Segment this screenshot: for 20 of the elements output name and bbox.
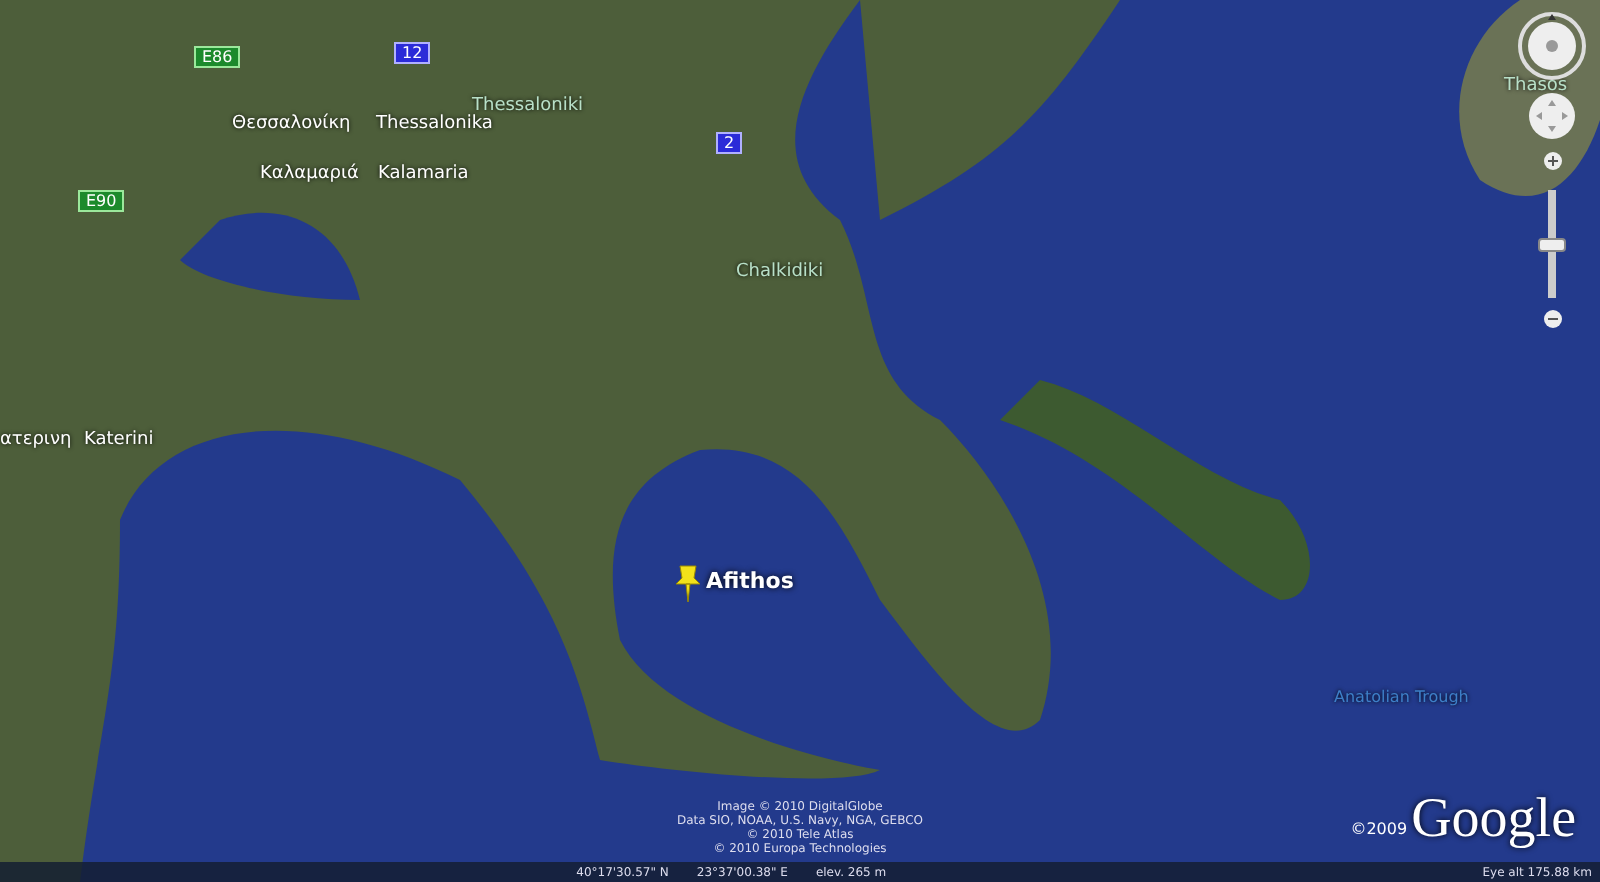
road-shield: 12 bbox=[394, 42, 431, 64]
compass-icon[interactable] bbox=[1518, 12, 1586, 80]
road-shield: E90 bbox=[78, 190, 125, 212]
place-label: Thasos bbox=[1504, 76, 1568, 96]
place-label: Katerini bbox=[84, 430, 154, 450]
place-label: Chalkidiki bbox=[736, 262, 824, 282]
road-shield: E86 bbox=[194, 46, 241, 68]
place-label: Anatolian Trough bbox=[1334, 688, 1469, 706]
place-label: ατερινη bbox=[0, 430, 72, 450]
road-shield: 2 bbox=[716, 132, 743, 154]
copyright-text: ©2009 bbox=[1350, 820, 1408, 838]
place-label: Kalamaria bbox=[378, 164, 469, 184]
place-label: Καλαμαριά bbox=[260, 164, 359, 184]
pushpin-icon[interactable] bbox=[674, 564, 702, 604]
pan-control-icon[interactable] bbox=[1528, 92, 1576, 140]
place-label: Thessaloniki bbox=[472, 96, 584, 116]
place-label: Θεσσαλονίκη bbox=[232, 114, 351, 134]
place-label: Thessalonika bbox=[376, 114, 493, 134]
logo-text: Google bbox=[1411, 790, 1576, 850]
placemark-label[interactable]: Afithos bbox=[706, 568, 794, 594]
